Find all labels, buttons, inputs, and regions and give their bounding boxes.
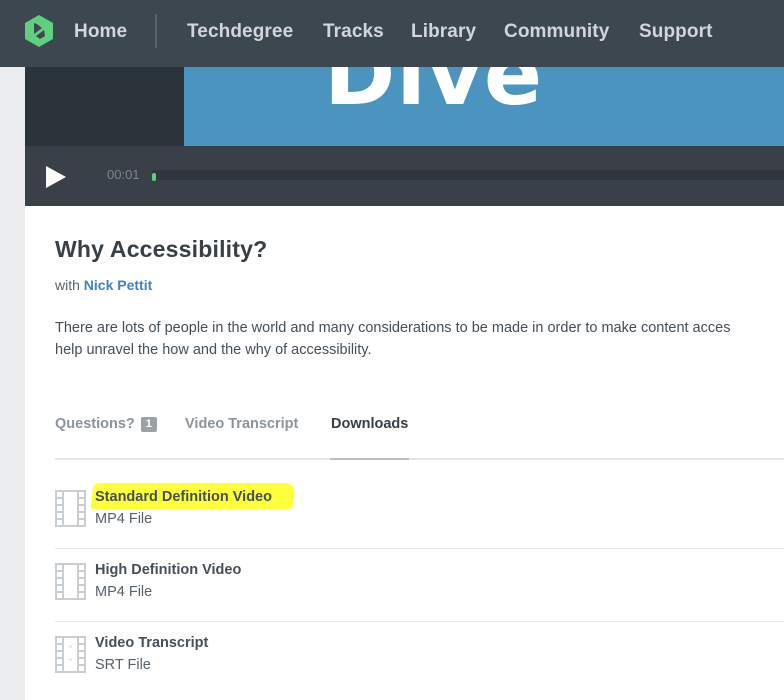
top-nav: Home Techdegree Tracks Library Community… — [0, 0, 784, 67]
download-item-hd-video[interactable]: High Definition Video MP4 File — [55, 549, 784, 622]
quote-film-icon: “ ” — [55, 636, 86, 673]
author-link[interactable]: Nick Pettit — [84, 277, 152, 293]
download-name: Video Transcript — [95, 635, 209, 651]
tab-questions-label: Questions? — [55, 416, 135, 432]
current-time: 00:01 — [107, 167, 140, 182]
lesson-tabs: Questions? 1 Video Transcript Downloads — [55, 411, 784, 460]
tab-video-transcript[interactable]: Video Transcript — [185, 416, 298, 432]
download-type: MP4 File — [95, 511, 153, 527]
tab-questions[interactable]: Questions? 1 — [55, 416, 157, 432]
lesson-title: Why Accessibility? — [55, 236, 268, 262]
film-icon — [55, 490, 86, 527]
nav-divider — [155, 14, 157, 48]
download-name: High Definition Video — [95, 562, 242, 578]
download-item-sd-video[interactable]: Standard Definition Video MP4 File — [55, 476, 784, 549]
lesson-card: Why Accessibility? with Nick Pettit Ther… — [25, 206, 784, 700]
author-prefix: with — [55, 277, 80, 293]
progress-track[interactable] — [152, 170, 784, 181]
nav-library[interactable]: Library — [411, 21, 476, 43]
description-line-2: help unravel the how and the why of acce… — [55, 342, 372, 358]
film-icon — [55, 563, 86, 600]
tab-downloads[interactable]: Downloads — [331, 416, 408, 432]
video-thumbnail-text: Dive — [324, 67, 544, 125]
download-name-text: Standard Definition Video — [95, 489, 272, 505]
nav-community[interactable]: Community — [504, 21, 609, 43]
download-type: MP4 File — [95, 584, 153, 600]
video-controls: 00:01 — [25, 146, 784, 206]
nav-home[interactable]: Home — [74, 21, 127, 43]
nav-support[interactable]: Support — [639, 21, 713, 43]
author-line: with Nick Pettit — [55, 277, 152, 293]
lesson-description: There are lots of people in the world an… — [55, 317, 784, 361]
treehouse-logo-icon[interactable] — [23, 14, 55, 48]
nav-tracks[interactable]: Tracks — [323, 21, 384, 43]
play-icon[interactable] — [45, 165, 67, 189]
video-letterbox — [25, 67, 184, 146]
svg-text:“: “ — [68, 645, 73, 655]
nav-techdegree[interactable]: Techdegree — [187, 21, 293, 43]
download-item-transcript[interactable]: “ ” Video Transcript SRT File — [55, 622, 784, 695]
description-line-1: There are lots of people in the world an… — [55, 320, 731, 336]
download-type: SRT File — [95, 657, 151, 673]
svg-text:”: ” — [68, 658, 73, 668]
download-name: Standard Definition Video — [90, 483, 296, 509]
video-player[interactable]: Dive 00:01 — [25, 67, 784, 206]
progress-fill — [152, 173, 156, 181]
questions-count-badge: 1 — [140, 417, 157, 432]
video-frame[interactable]: Dive — [184, 67, 784, 146]
active-tab-indicator — [330, 458, 409, 460]
